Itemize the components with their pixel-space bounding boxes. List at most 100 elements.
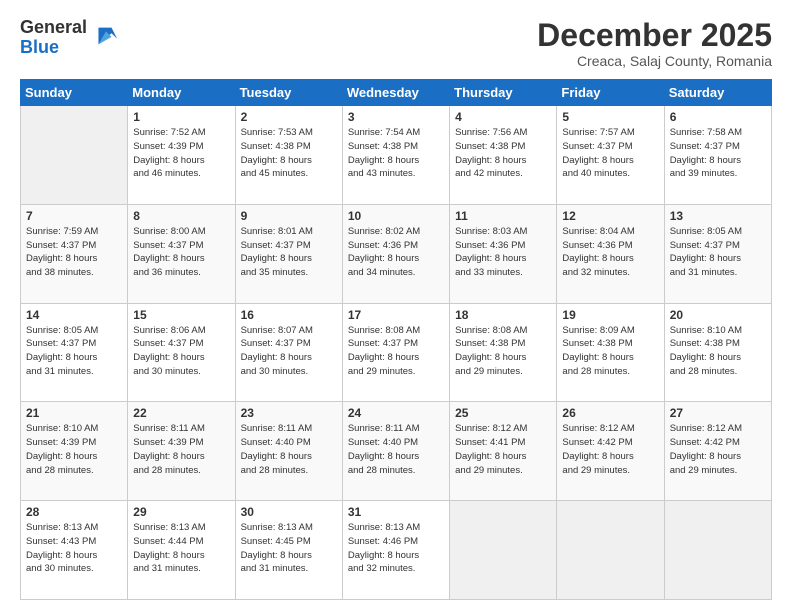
title-block: December 2025 Creaca, Salaj County, Roma… bbox=[537, 18, 772, 69]
day-info: Sunrise: 7:58 AM Sunset: 4:37 PM Dayligh… bbox=[670, 126, 766, 181]
weekday-header-tuesday: Tuesday bbox=[235, 80, 342, 106]
logo-icon bbox=[91, 22, 119, 50]
calendar-cell bbox=[557, 501, 664, 600]
calendar-cell: 10Sunrise: 8:02 AM Sunset: 4:36 PM Dayli… bbox=[342, 204, 449, 303]
calendar-cell: 14Sunrise: 8:05 AM Sunset: 4:37 PM Dayli… bbox=[21, 303, 128, 402]
day-number: 13 bbox=[670, 209, 766, 223]
calendar-cell bbox=[21, 106, 128, 205]
calendar-cell: 9Sunrise: 8:01 AM Sunset: 4:37 PM Daylig… bbox=[235, 204, 342, 303]
page: General Blue December 2025 Creaca, Salaj… bbox=[0, 0, 792, 612]
day-number: 6 bbox=[670, 110, 766, 124]
day-info: Sunrise: 8:10 AM Sunset: 4:39 PM Dayligh… bbox=[26, 422, 122, 477]
calendar-cell: 31 Sunrise: 8:13 AM Sunset: 4:46 PM Dayli… bbox=[342, 501, 449, 600]
day-info: Sunrise: 8:08 AM Sunset: 4:37 PM Dayligh… bbox=[348, 324, 444, 379]
day-info: Sunrise: 8:11 AM Sunset: 4:40 PM Dayligh… bbox=[348, 422, 444, 477]
calendar-cell: 2 Sunrise: 7:53 AM Sunset: 4:38 PM Daylig… bbox=[235, 106, 342, 205]
calendar-cell: 23Sunrise: 8:11 AM Sunset: 4:40 PM Dayli… bbox=[235, 402, 342, 501]
calendar-cell: 8 Sunrise: 8:00 AM Sunset: 4:37 PM Daylig… bbox=[128, 204, 235, 303]
calendar-cell: 16 Sunrise: 8:07 AM Sunset: 4:37 PM Dayli… bbox=[235, 303, 342, 402]
day-number: 15 bbox=[133, 308, 229, 322]
weekday-header-monday: Monday bbox=[128, 80, 235, 106]
calendar-cell: 24 Sunrise: 8:11 AM Sunset: 4:40 PM Dayli… bbox=[342, 402, 449, 501]
day-info: Sunrise: 8:12 AM Sunset: 4:42 PM Dayligh… bbox=[562, 422, 658, 477]
location: Creaca, Salaj County, Romania bbox=[537, 53, 772, 69]
calendar-cell: 3 Sunrise: 7:54 AM Sunset: 4:38 PM Daylig… bbox=[342, 106, 449, 205]
day-number: 12 bbox=[562, 209, 658, 223]
weekday-header-saturday: Saturday bbox=[664, 80, 771, 106]
day-number: 31 bbox=[348, 505, 444, 519]
day-number: 21 bbox=[26, 406, 122, 420]
day-number: 7 bbox=[26, 209, 122, 223]
calendar-cell: 17Sunrise: 8:08 AM Sunset: 4:37 PM Dayli… bbox=[342, 303, 449, 402]
calendar-cell: 20 Sunrise: 8:10 AM Sunset: 4:38 PM Dayli… bbox=[664, 303, 771, 402]
day-info: Sunrise: 8:09 AM Sunset: 4:38 PM Dayligh… bbox=[562, 324, 658, 379]
calendar-cell: 15 Sunrise: 8:06 AM Sunset: 4:37 PM Dayli… bbox=[128, 303, 235, 402]
day-info: Sunrise: 8:13 AM Sunset: 4:46 PM Dayligh… bbox=[348, 521, 444, 576]
day-info: Sunrise: 8:05 AM Sunset: 4:37 PM Dayligh… bbox=[670, 225, 766, 280]
calendar-week-2: 7 Sunrise: 7:59 AM Sunset: 4:37 PM Daylig… bbox=[21, 204, 772, 303]
weekday-header-thursday: Thursday bbox=[450, 80, 557, 106]
day-info: Sunrise: 8:02 AM Sunset: 4:36 PM Dayligh… bbox=[348, 225, 444, 280]
day-number: 26 bbox=[562, 406, 658, 420]
calendar-week-1: 1Sunrise: 7:52 AM Sunset: 4:39 PM Daylig… bbox=[21, 106, 772, 205]
calendar-cell: 30Sunrise: 8:13 AM Sunset: 4:45 PM Dayli… bbox=[235, 501, 342, 600]
day-info: Sunrise: 7:56 AM Sunset: 4:38 PM Dayligh… bbox=[455, 126, 551, 181]
calendar-cell: 28 Sunrise: 8:13 AM Sunset: 4:43 PM Dayli… bbox=[21, 501, 128, 600]
day-number: 28 bbox=[26, 505, 122, 519]
calendar-week-5: 28 Sunrise: 8:13 AM Sunset: 4:43 PM Dayli… bbox=[21, 501, 772, 600]
calendar-cell: 21 Sunrise: 8:10 AM Sunset: 4:39 PM Dayli… bbox=[21, 402, 128, 501]
day-info: Sunrise: 8:00 AM Sunset: 4:37 PM Dayligh… bbox=[133, 225, 229, 280]
day-info: Sunrise: 8:04 AM Sunset: 4:36 PM Dayligh… bbox=[562, 225, 658, 280]
calendar-cell: 19 Sunrise: 8:09 AM Sunset: 4:38 PM Dayli… bbox=[557, 303, 664, 402]
month-title: December 2025 bbox=[537, 18, 772, 53]
calendar-cell: 29 Sunrise: 8:13 AM Sunset: 4:44 PM Dayli… bbox=[128, 501, 235, 600]
day-info: Sunrise: 8:12 AM Sunset: 4:42 PM Dayligh… bbox=[670, 422, 766, 477]
day-number: 29 bbox=[133, 505, 229, 519]
day-number: 30 bbox=[241, 505, 337, 519]
calendar-cell bbox=[664, 501, 771, 600]
day-info: Sunrise: 8:03 AM Sunset: 4:36 PM Dayligh… bbox=[455, 225, 551, 280]
day-info: Sunrise: 7:53 AM Sunset: 4:38 PM Dayligh… bbox=[241, 126, 337, 181]
calendar-cell: 7 Sunrise: 7:59 AM Sunset: 4:37 PM Daylig… bbox=[21, 204, 128, 303]
day-info: Sunrise: 8:07 AM Sunset: 4:37 PM Dayligh… bbox=[241, 324, 337, 379]
day-info: Sunrise: 7:52 AM Sunset: 4:39 PM Dayligh… bbox=[133, 126, 229, 181]
day-number: 5 bbox=[562, 110, 658, 124]
day-number: 20 bbox=[670, 308, 766, 322]
day-number: 19 bbox=[562, 308, 658, 322]
day-number: 8 bbox=[133, 209, 229, 223]
day-number: 16 bbox=[241, 308, 337, 322]
weekday-header-wednesday: Wednesday bbox=[342, 80, 449, 106]
day-number: 9 bbox=[241, 209, 337, 223]
day-info: Sunrise: 8:13 AM Sunset: 4:43 PM Dayligh… bbox=[26, 521, 122, 576]
day-number: 3 bbox=[348, 110, 444, 124]
day-info: Sunrise: 8:13 AM Sunset: 4:44 PM Dayligh… bbox=[133, 521, 229, 576]
day-info: Sunrise: 7:54 AM Sunset: 4:38 PM Dayligh… bbox=[348, 126, 444, 181]
day-number: 14 bbox=[26, 308, 122, 322]
day-number: 2 bbox=[241, 110, 337, 124]
calendar-week-3: 14Sunrise: 8:05 AM Sunset: 4:37 PM Dayli… bbox=[21, 303, 772, 402]
day-number: 24 bbox=[348, 406, 444, 420]
logo-general: General bbox=[20, 18, 87, 38]
logo-blue: Blue bbox=[20, 38, 87, 58]
calendar-cell: 6 Sunrise: 7:58 AM Sunset: 4:37 PM Daylig… bbox=[664, 106, 771, 205]
day-info: Sunrise: 7:59 AM Sunset: 4:37 PM Dayligh… bbox=[26, 225, 122, 280]
weekday-header-row: SundayMondayTuesdayWednesdayThursdayFrid… bbox=[21, 80, 772, 106]
day-number: 4 bbox=[455, 110, 551, 124]
calendar-cell: 1Sunrise: 7:52 AM Sunset: 4:39 PM Daylig… bbox=[128, 106, 235, 205]
calendar-cell: 13 Sunrise: 8:05 AM Sunset: 4:37 PM Dayli… bbox=[664, 204, 771, 303]
weekday-header-sunday: Sunday bbox=[21, 80, 128, 106]
day-info: Sunrise: 8:10 AM Sunset: 4:38 PM Dayligh… bbox=[670, 324, 766, 379]
day-number: 22 bbox=[133, 406, 229, 420]
logo-text: General Blue bbox=[20, 18, 87, 58]
calendar-week-4: 21 Sunrise: 8:10 AM Sunset: 4:39 PM Dayli… bbox=[21, 402, 772, 501]
weekday-header-friday: Friday bbox=[557, 80, 664, 106]
day-info: Sunrise: 8:11 AM Sunset: 4:39 PM Dayligh… bbox=[133, 422, 229, 477]
day-number: 27 bbox=[670, 406, 766, 420]
day-number: 11 bbox=[455, 209, 551, 223]
calendar-table: SundayMondayTuesdayWednesdayThursdayFrid… bbox=[20, 79, 772, 600]
day-number: 25 bbox=[455, 406, 551, 420]
calendar-cell: 27 Sunrise: 8:12 AM Sunset: 4:42 PM Dayli… bbox=[664, 402, 771, 501]
day-info: Sunrise: 8:06 AM Sunset: 4:37 PM Dayligh… bbox=[133, 324, 229, 379]
day-info: Sunrise: 8:12 AM Sunset: 4:41 PM Dayligh… bbox=[455, 422, 551, 477]
calendar-cell: 5Sunrise: 7:57 AM Sunset: 4:37 PM Daylig… bbox=[557, 106, 664, 205]
